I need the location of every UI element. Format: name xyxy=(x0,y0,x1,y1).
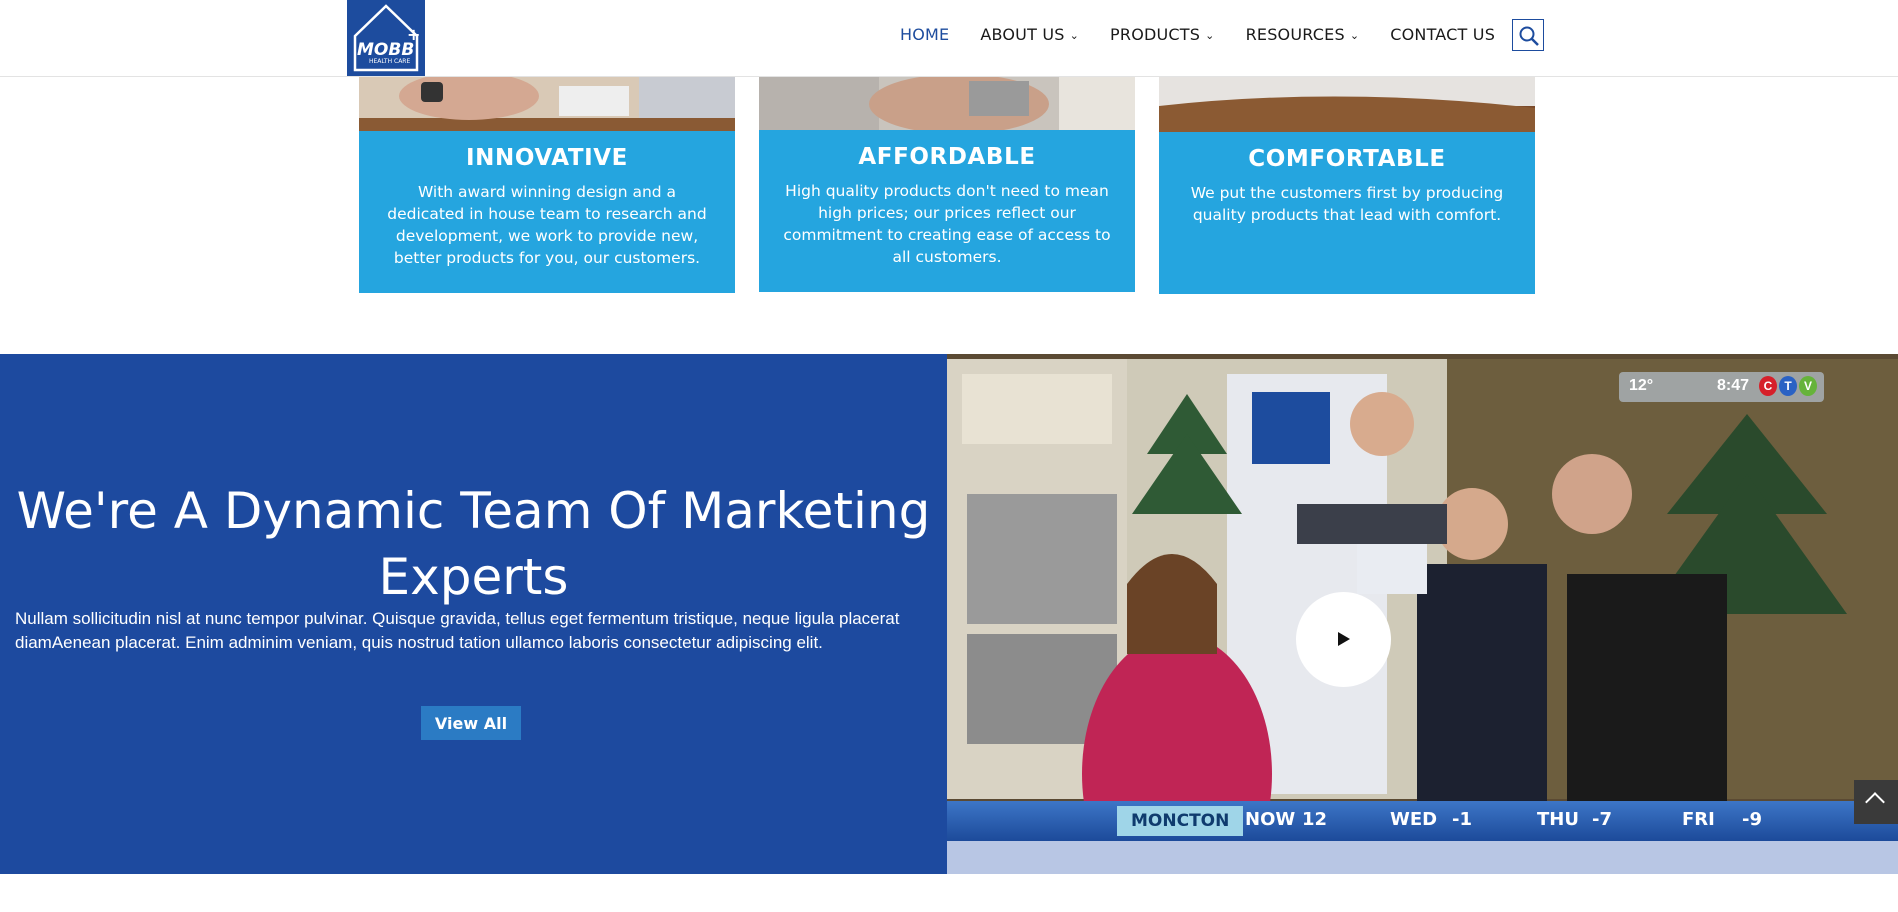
network-logo: C T V xyxy=(1759,376,1817,396)
search-icon xyxy=(1519,26,1539,46)
ticker-day: THU xyxy=(1537,809,1579,830)
feature-photo xyxy=(1159,76,1535,132)
nav-resources[interactable]: RESOURCES ⌄ xyxy=(1246,24,1360,46)
feature-card-innovative: INNOVATIVE With award winning design and… xyxy=(359,76,735,293)
nav-home[interactable]: HOME xyxy=(900,24,949,46)
feature-title: INNOVATIVE xyxy=(465,145,628,171)
video-player[interactable]: 12° 8:47 C T V MONCTON NOW 12 WED -1 THU… xyxy=(947,354,1898,841)
feature-card-body: AFFORDABLE High quality products don't n… xyxy=(759,130,1135,292)
nav-contact-us[interactable]: CONTACT US xyxy=(1390,24,1495,46)
nav-products-label: PRODUCTS xyxy=(1110,25,1201,44)
feature-photo xyxy=(759,76,1135,130)
bug-time: 8:47 xyxy=(1717,377,1750,394)
video-thumbnail xyxy=(947,354,1898,841)
chevron-down-icon: ⌄ xyxy=(1349,29,1360,42)
ticker-day: FRI xyxy=(1682,809,1715,830)
nav-home-label: HOME xyxy=(900,25,950,44)
ticker-day: NOW xyxy=(1245,809,1296,830)
network-letter: V xyxy=(1799,376,1817,396)
back-to-top-button[interactable] xyxy=(1854,780,1898,824)
search-button[interactable] xyxy=(1512,19,1544,51)
feature-text: We put the customers first by producing … xyxy=(1190,184,1504,224)
ticker-temp: -7 xyxy=(1592,809,1612,830)
logo[interactable]: MOBB + HEALTH CARE xyxy=(347,0,425,76)
feature-photo xyxy=(359,76,735,131)
nav-contact-us-label: CONTACT US xyxy=(1390,25,1496,44)
play-icon xyxy=(1338,632,1350,646)
weather-ticker: MONCTON NOW 12 WED -1 THU -7 FRI -9 xyxy=(947,801,1898,841)
chevron-down-icon: ⌄ xyxy=(1069,29,1080,42)
svg-text:HEALTH CARE: HEALTH CARE xyxy=(369,58,410,65)
team-section: We're A Dynamic Team Of Marketing Expert… xyxy=(0,354,947,874)
ticker-day: WED xyxy=(1390,809,1438,830)
video-footer-strip xyxy=(947,841,1898,874)
feature-title: AFFORDABLE xyxy=(858,144,1036,170)
feature-card-comfortable: COMFORTABLE We put the customers first b… xyxy=(1159,76,1535,294)
tv-channel-bug: 12° 8:47 C T V xyxy=(1619,372,1824,402)
network-letter: T xyxy=(1779,376,1797,396)
feature-card-body: COMFORTABLE We put the customers first b… xyxy=(1159,132,1535,294)
nav-resources-label: RESOURCES xyxy=(1245,25,1345,44)
bug-temperature: 12° xyxy=(1629,377,1654,394)
ticker-temp: -9 xyxy=(1742,809,1762,830)
view-all-button[interactable]: View All xyxy=(421,706,521,740)
chevron-up-icon xyxy=(1865,792,1885,812)
nav-about-us-label: ABOUT US xyxy=(980,25,1065,44)
ticker-city: MONCTON xyxy=(1117,806,1244,836)
ticker-temp: 12 xyxy=(1302,809,1328,830)
site-header: MOBB + HEALTH CARE HOME ABOUT US ⌄ PRODU… xyxy=(0,0,1898,77)
nav-about-us[interactable]: ABOUT US ⌄ xyxy=(980,24,1079,46)
feature-text: With award winning design and a dedicate… xyxy=(387,183,707,267)
feature-title: COMFORTABLE xyxy=(1248,146,1446,172)
logo-house-icon: MOBB + HEALTH CARE xyxy=(353,4,420,72)
feature-card-body: INNOVATIVE With award winning design and… xyxy=(359,131,735,293)
chevron-down-icon: ⌄ xyxy=(1205,29,1215,42)
feature-card-affordable: AFFORDABLE High quality products don't n… xyxy=(759,76,1135,292)
nav-products[interactable]: PRODUCTS ⌄ xyxy=(1110,24,1215,46)
ticker-temp: -1 xyxy=(1452,809,1472,830)
play-button[interactable] xyxy=(1296,592,1391,687)
main-nav: HOME ABOUT US ⌄ PRODUCTS ⌄ RESOURCES ⌄ C… xyxy=(900,24,1526,46)
svg-text:+: + xyxy=(407,25,420,44)
team-heading: We're A Dynamic Team Of Marketing Expert… xyxy=(16,482,931,606)
svg-text:MOBB: MOBB xyxy=(357,40,414,60)
team-body: Nullam sollicitudin nisl at nunc tempor … xyxy=(15,609,900,652)
feature-text: High quality products don't need to mean… xyxy=(783,182,1111,266)
network-letter: C xyxy=(1759,376,1777,396)
